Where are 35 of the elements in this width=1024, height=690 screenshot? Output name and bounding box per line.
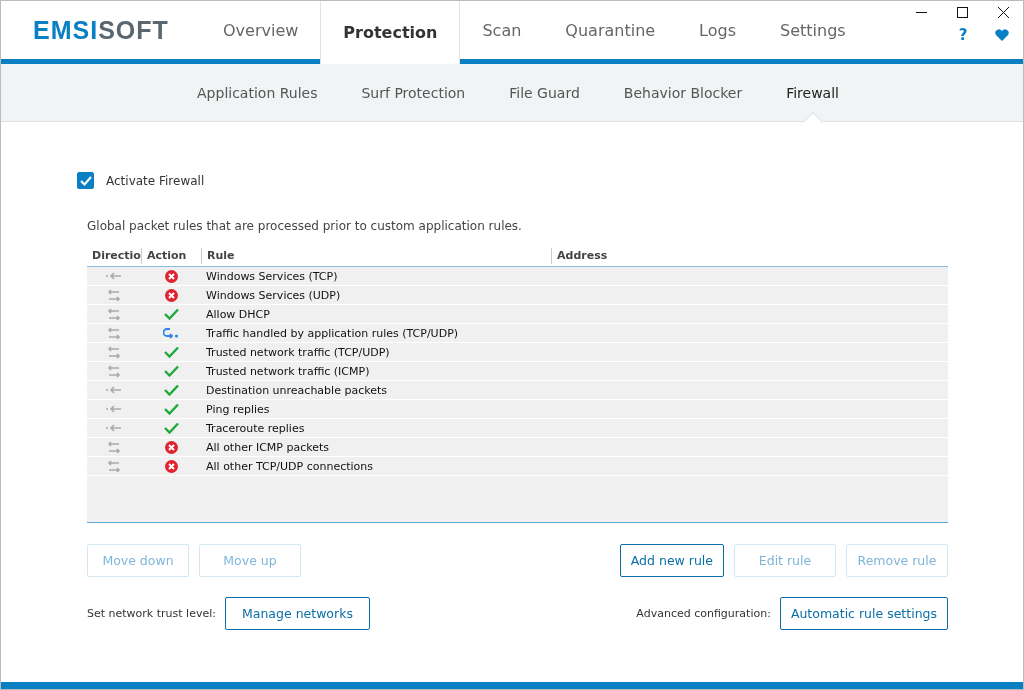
rule-name: All other TCP/UDP connections (205, 459, 375, 473)
automatic-rule-settings-button[interactable]: Automatic rule settings (779, 597, 948, 630)
activate-checkbox[interactable] (77, 172, 94, 189)
rule-name: Trusted network traffic (ICMP) (205, 364, 371, 378)
help-button[interactable]: ? (953, 26, 973, 44)
column-header[interactable]: Rule (201, 248, 551, 264)
rule-name: Traceroute replies (205, 421, 306, 435)
rule-name: Windows Services (UDP) (205, 288, 342, 302)
rule-name: Windows Services (TCP) (205, 269, 339, 283)
sub-tab[interactable]: Surf Protection (339, 64, 488, 121)
sub-tab[interactable]: Application Rules (175, 64, 340, 121)
heart-icon[interactable] (995, 29, 1009, 41)
manage-networks-button[interactable]: Manage networks (224, 597, 370, 630)
rule-name: Destination unreachable packets (205, 383, 388, 397)
sub-tab[interactable]: Firewall (764, 64, 861, 121)
checkbox-label: Activate Firewall (106, 173, 205, 188)
rule-button[interactable]: Add new rule (619, 544, 724, 577)
rule-name: Allow DHCP (205, 307, 271, 321)
column-header[interactable]: Action (141, 248, 201, 264)
rule-name: Ping replies (205, 402, 271, 416)
sub-tab[interactable]: Behavior Blocker (601, 64, 765, 121)
sub-tab[interactable]: File Guard (487, 64, 602, 121)
column-header[interactable]: Address (551, 248, 948, 264)
maximize-icon[interactable] (957, 7, 968, 18)
rule-name: All other ICMP packets (205, 440, 331, 454)
nav-tab[interactable]: Protection (320, 1, 461, 64)
column-header[interactable]: Directio (87, 248, 141, 264)
rule-name: Trusted network traffic (TCP/UDP) (205, 345, 391, 359)
trust-label: Set network trust level: (87, 607, 216, 620)
advanced-label: Advanced configuration: (636, 607, 771, 620)
emsisoft-logo: EMSISOFT (32, 14, 170, 46)
rule-name: Traffic handled by application rules (TCP/UDP) (205, 326, 460, 340)
description-text: Global packet rules that are processed prior to custom application rules. (87, 219, 523, 233)
minimize-icon[interactable] (916, 11, 927, 14)
close-icon[interactable] (998, 7, 1009, 18)
